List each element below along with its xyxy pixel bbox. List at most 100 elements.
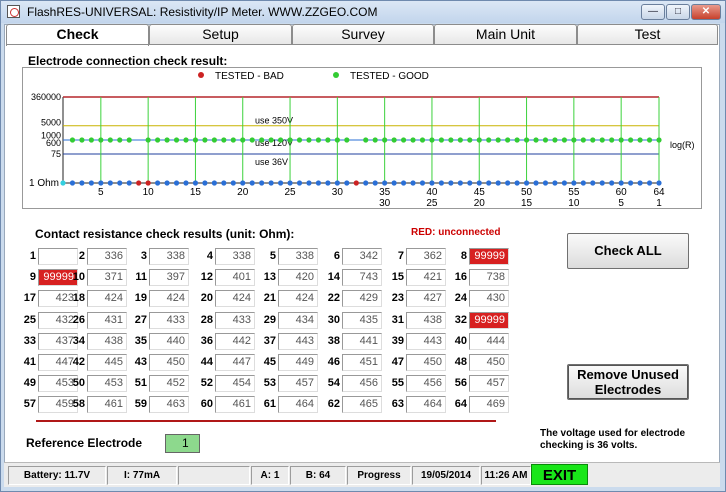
resistance-point-good [192, 137, 199, 143]
resistance-point-good [268, 137, 274, 143]
electrode-resistance: 397 [149, 269, 189, 287]
electrode-resistance: 449 [278, 354, 318, 371]
electrode-cell: 53 457 [254, 375, 318, 393]
resistance-point-good [495, 137, 501, 143]
connection-dot [117, 180, 123, 186]
connection-dot [618, 180, 624, 186]
electrode-number: 4 [206, 250, 213, 262]
electrode-resistance: 371 [87, 269, 127, 287]
electrode-number: 52 [200, 377, 213, 390]
electrode-resistance: 440 [149, 332, 189, 350]
tab-survey[interactable]: Survey [292, 24, 434, 45]
electrode-cell: 8 99999 [445, 248, 509, 266]
resistance-point-good [400, 137, 407, 143]
electrode-number: 21 [263, 292, 276, 305]
x-tick-label: 5 [98, 187, 104, 198]
electrode-resistance: 465 [342, 396, 382, 414]
electrode-cell: 58 461 [63, 396, 127, 414]
connection-dot [628, 180, 634, 186]
battery-status: Battery: 11.7V [8, 466, 106, 485]
electrode-b-status: B: 64 [290, 466, 346, 485]
tab-check[interactable]: Check [6, 24, 149, 46]
resistance-point-good [98, 137, 104, 143]
electrode-number: 27 [134, 313, 147, 326]
electrode-resistance: 336 [87, 248, 127, 265]
connection-dot [79, 180, 85, 186]
connection-dot [637, 180, 643, 186]
electrode-resistance: 461 [215, 396, 255, 414]
electrode-number: 22 [327, 292, 340, 305]
x-tick-label-reverse: 25 [426, 198, 438, 208]
electrode-cell: 52 454 [191, 375, 255, 393]
electrode-cell: 13 420 [254, 269, 318, 287]
connection-dot [552, 180, 558, 186]
electrode-number: 30 [327, 313, 340, 326]
electrode-resistance: 338 [215, 248, 255, 265]
connection-dot [495, 180, 501, 186]
connection-dot [344, 180, 350, 186]
connection-dot [230, 180, 236, 186]
electrode-cell: 47 450 [382, 354, 446, 372]
electrode-resistance: 738 [469, 269, 509, 287]
connection-dot [69, 180, 76, 186]
resistance-point-good [628, 137, 634, 143]
electrode-number: 57 [23, 398, 36, 411]
x-tick-label: 64 [653, 187, 665, 198]
resistance-point-good [334, 137, 340, 143]
connection-dot [646, 180, 653, 186]
electrode-number: 3 [140, 250, 147, 262]
electrode-number: 18 [72, 292, 85, 305]
electrode-cell: 54 456 [318, 375, 382, 393]
x-tick-label: 35 [379, 187, 391, 198]
connection-dot [609, 180, 615, 186]
tab-main-unit[interactable]: Main Unit [434, 24, 577, 45]
electrode-number: 9 [29, 271, 36, 284]
electrode-cell: 56 457 [445, 375, 509, 393]
electrode-cell: 29 434 [254, 311, 318, 330]
electrode-number: 50 [72, 377, 85, 390]
electrode-resistance: 99999 [469, 311, 509, 329]
close-button[interactable]: ✕ [691, 4, 721, 20]
connection-dot [363, 180, 369, 186]
maximize-button[interactable]: □ [666, 4, 690, 20]
tab-test[interactable]: Test [577, 24, 718, 45]
minimize-button[interactable]: — [641, 4, 665, 20]
electrode-number: 28 [200, 313, 213, 326]
connection-dot [249, 180, 255, 186]
voltage-line-label: use 350V [255, 116, 293, 126]
electrode-resistance: 401 [215, 269, 255, 287]
connection-dot [268, 180, 274, 186]
x-tick-label: 50 [521, 187, 533, 198]
electrode-resistance: 450 [406, 354, 446, 371]
resistance-point-good [656, 137, 662, 143]
connection-dot [486, 180, 492, 186]
electrode-resistance: 99999 [469, 248, 509, 265]
electrode-cell: 37 443 [254, 332, 318, 351]
electrode-cell: 23 427 [382, 290, 446, 308]
electrode-number: 36 [200, 334, 213, 347]
resistance-point-good [448, 137, 454, 143]
tab-setup[interactable]: Setup [149, 24, 292, 45]
electrode-number: 31 [391, 313, 404, 326]
electrode-cell: 14 743 [318, 269, 382, 287]
check-all-button[interactable]: Check ALL [567, 233, 689, 269]
x-tick-label: 55 [568, 187, 580, 198]
connection-dot [419, 180, 426, 186]
x-tick-label-reverse: 30 [379, 198, 391, 208]
connection-dot [98, 180, 104, 186]
electrode-resistance: 464 [278, 396, 318, 414]
electrode-number: 8 [460, 250, 467, 262]
electrode-resistance: 464 [406, 396, 446, 414]
remove-unused-button[interactable]: Remove Unused Electrodes [567, 364, 689, 400]
electrode-number: 6 [333, 250, 340, 262]
time-status: 11:26 AM [481, 466, 531, 485]
electrode-number: 5 [269, 250, 276, 262]
exit-button[interactable]: EXIT [531, 464, 588, 485]
connection-dot [173, 180, 180, 186]
electrode-number: 1 [29, 250, 36, 262]
reference-electrode-field[interactable]: 1 [165, 434, 200, 453]
electrode-cell: 42 445 [63, 354, 127, 372]
electrode-number: 17 [23, 292, 36, 305]
resistance-point-good [249, 137, 255, 143]
electrode-cell: 28 433 [191, 311, 255, 330]
